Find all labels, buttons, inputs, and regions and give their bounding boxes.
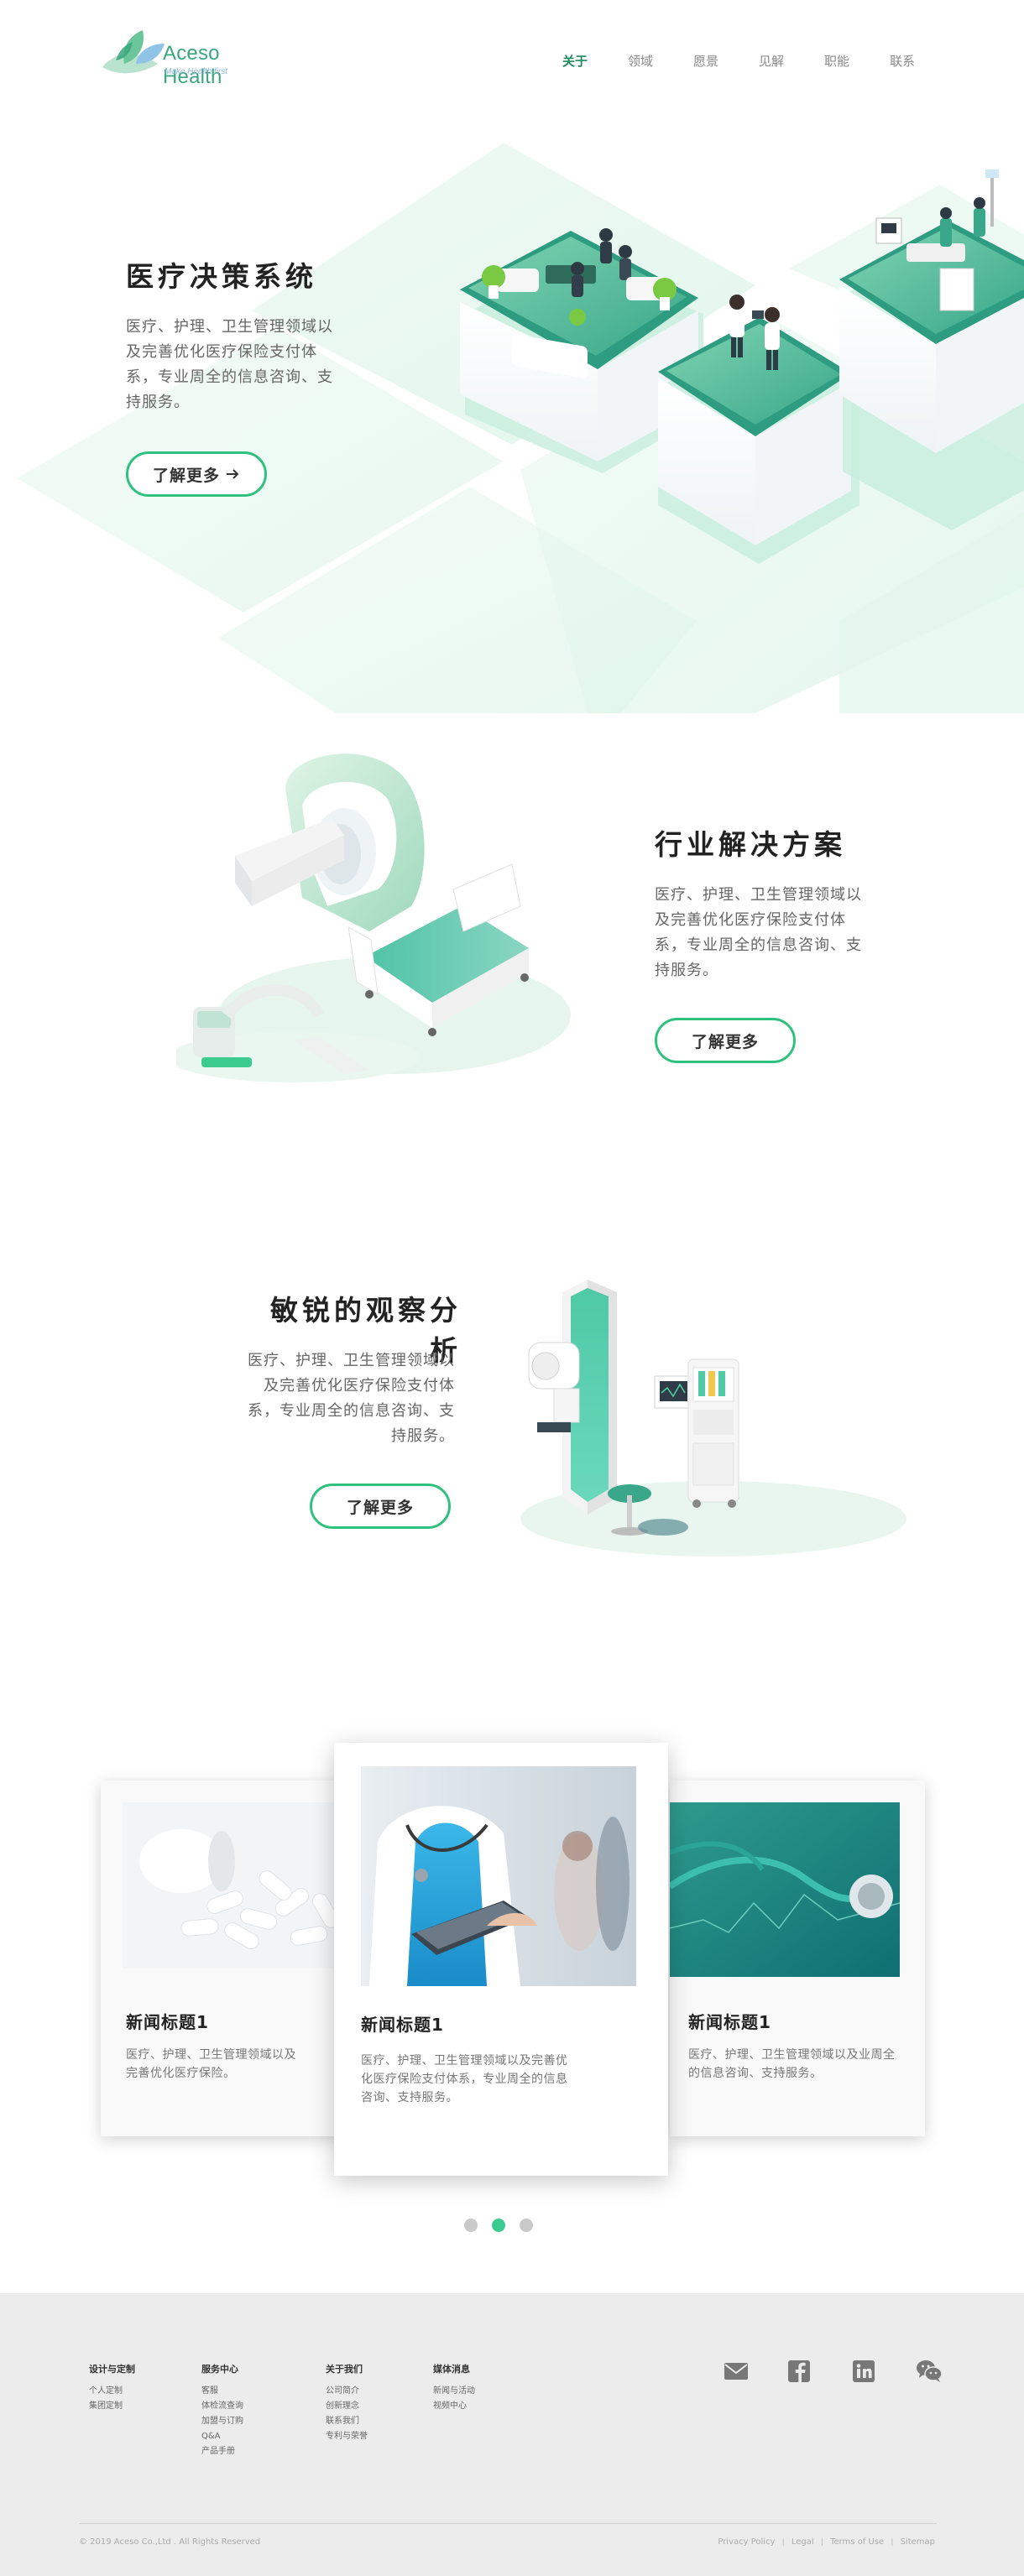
main-nav: 关于 领域 愿景 见解 职能 联系 — [542, 52, 935, 70]
footer-link[interactable]: 个人定制 — [89, 2384, 135, 2399]
footer-link[interactable]: 创新理念 — [326, 2399, 368, 2414]
legal-separator: | — [781, 2537, 785, 2547]
section-1-text: 医疗、护理、卫生管理领域以及完善优化医疗保险支付体系，专业周全的信息咨询、支持服… — [126, 318, 333, 411]
legal-separator: | — [891, 2537, 894, 2547]
mri-bed-illustration — [176, 754, 571, 1082]
news-card-2-title: 新闻标题1 — [361, 2015, 444, 2035]
legal-link-privacy[interactable]: Privacy Policy — [718, 2537, 775, 2547]
nav-item-vision[interactable]: 愿景 — [673, 52, 739, 70]
footer-link[interactable]: Q&A — [201, 2429, 243, 2444]
news-card-3[interactable]: 新闻标题1 医疗、护理、卫生管理领域以及业周全的信息咨询、支持服务。 — [670, 1781, 925, 2136]
brand-logo[interactable]: Aceso Health Make Health first — [99, 23, 275, 88]
section-2-learn-more-label: 了解更多 — [691, 1032, 759, 1051]
site-header: Aceso Health Make Health first 关于 领域 愿景 … — [0, 0, 1024, 117]
carousel-dot-2[interactable] — [492, 2219, 505, 2232]
xray-machine-illustration — [520, 1280, 906, 1557]
news-card-3-title: 新闻标题1 — [688, 2012, 771, 2032]
footer-column-title: 媒体消息 — [433, 2364, 470, 2375]
section-2-text: 医疗、护理、卫生管理领域以及完善优化医疗保险支付体系，专业周全的信息咨询、支持服… — [655, 886, 862, 979]
nav-item-about[interactable]: 关于 — [542, 52, 608, 70]
news-card-1-title: 新闻标题1 — [126, 2012, 209, 2032]
section-1-title: 医疗决策系统 — [126, 260, 317, 293]
brand-tagline: Make Health first — [165, 67, 228, 76]
doctor-tablet-image — [361, 1766, 636, 1986]
footer-link[interactable]: 体检流查询 — [201, 2399, 243, 2414]
section-1-learn-more-label: 了解更多 — [152, 466, 220, 485]
site-footer: 设计与定制 个人定制 集团定制 服务中心 客服 体检流查询 加盟与订购 Q&A … — [0, 2293, 1024, 2576]
footer-link[interactable]: 加盟与订购 — [201, 2414, 243, 2429]
hero-banner — [0, 117, 1024, 713]
footer-column-service: 服务中心 客服 体检流查询 加盟与订购 Q&A 产品手册 — [201, 2362, 243, 2459]
news-card-2-text: 医疗、护理、卫生管理领域以及完善优化医疗保险支付体系，专业周全的信息咨询、支持服… — [361, 2054, 568, 2104]
footer-link[interactable]: 客服 — [201, 2384, 243, 2399]
arrow-right-icon — [227, 469, 239, 479]
footer-link[interactable]: 联系我们 — [326, 2414, 368, 2429]
section-2-title: 行业解决方案 — [655, 828, 846, 861]
footer-column-media: 媒体消息 新闻与活动 视频中心 — [433, 2362, 475, 2414]
pills-image — [123, 1802, 353, 1969]
carousel-dot-3[interactable] — [520, 2219, 533, 2232]
footer-link[interactable]: 视频中心 — [433, 2399, 475, 2414]
facebook-icon[interactable] — [785, 2357, 813, 2386]
footer-column-title: 关于我们 — [326, 2364, 363, 2375]
mail-icon[interactable] — [722, 2357, 750, 2386]
footer-column-about: 关于我们 公司简介 创新理念 联系我们 专利与荣誉 — [326, 2362, 368, 2444]
linkedin-icon[interactable] — [849, 2357, 878, 2386]
stethoscope-photo — [670, 1802, 900, 1977]
footer-link[interactable]: 公司简介 — [326, 2384, 368, 2399]
nav-item-functions[interactable]: 职能 — [804, 52, 870, 70]
carousel-dot-1[interactable] — [464, 2219, 478, 2232]
legal-link-terms[interactable]: Terms of Use — [830, 2537, 884, 2547]
footer-link[interactable]: 专利与荣誉 — [326, 2429, 368, 2444]
carousel-pagination — [464, 2219, 533, 2232]
nav-item-contact[interactable]: 联系 — [870, 52, 935, 70]
legal-link-legal[interactable]: Legal — [792, 2537, 814, 2547]
brand-name: Aceso Health — [163, 42, 222, 88]
pills-photo — [123, 1802, 353, 1969]
section-3-learn-more-label: 了解更多 — [346, 1498, 414, 1517]
footer-link[interactable]: 新闻与活动 — [433, 2384, 475, 2399]
footer-column-title: 服务中心 — [201, 2364, 238, 2375]
isometric-hospital-illustration — [17, 143, 1024, 713]
section-3-text: 医疗、护理、卫生管理领域以及完善优化医疗保险支付体系，专业周全的信息咨询、支持服… — [248, 1352, 455, 1445]
doctor-photo — [361, 1766, 636, 1986]
stethoscope-image — [670, 1802, 900, 1977]
section-3-learn-more-button[interactable]: 了解更多 — [310, 1484, 451, 1529]
news-card-2[interactable]: 新闻标题1 医疗、护理、卫生管理领域以及完善优化医疗保险支付体系，专业周全的信息… — [334, 1743, 668, 2176]
legal-links: Privacy Policy | Legal | Terms of Use | … — [718, 2537, 935, 2547]
section-2-learn-more-button[interactable]: 了解更多 — [655, 1018, 796, 1063]
news-card-3-text: 医疗、护理、卫生管理领域以及业周全的信息咨询、支持服务。 — [688, 2048, 896, 2080]
legal-separator: | — [820, 2537, 824, 2547]
news-card-1-text: 医疗、护理、卫生管理领域以及完善优化医疗保险。 — [126, 2048, 296, 2080]
footer-column-title: 设计与定制 — [89, 2364, 135, 2375]
footer-link[interactable]: 集团定制 — [89, 2399, 135, 2414]
footer-link[interactable]: 产品手册 — [201, 2444, 243, 2459]
leaf-logo-icon — [102, 30, 165, 74]
legal-link-sitemap[interactable]: Sitemap — [901, 2537, 935, 2547]
copyright-text: © 2019 Aceso Co.,Ltd . All Rights Reserv… — [79, 2537, 261, 2547]
section-1-learn-more-button[interactable]: 了解更多 — [126, 451, 267, 497]
footer-column-design: 设计与定制 个人定制 集团定制 — [89, 2362, 135, 2414]
footer-divider — [79, 2523, 937, 2524]
wechat-icon[interactable] — [915, 2357, 943, 2386]
nav-item-fields[interactable]: 领域 — [608, 52, 673, 70]
news-card-1[interactable]: 新闻标题1 医疗、护理、卫生管理领域以及完善优化医疗保险。 — [101, 1781, 353, 2136]
nav-item-insights[interactable]: 见解 — [739, 52, 804, 70]
